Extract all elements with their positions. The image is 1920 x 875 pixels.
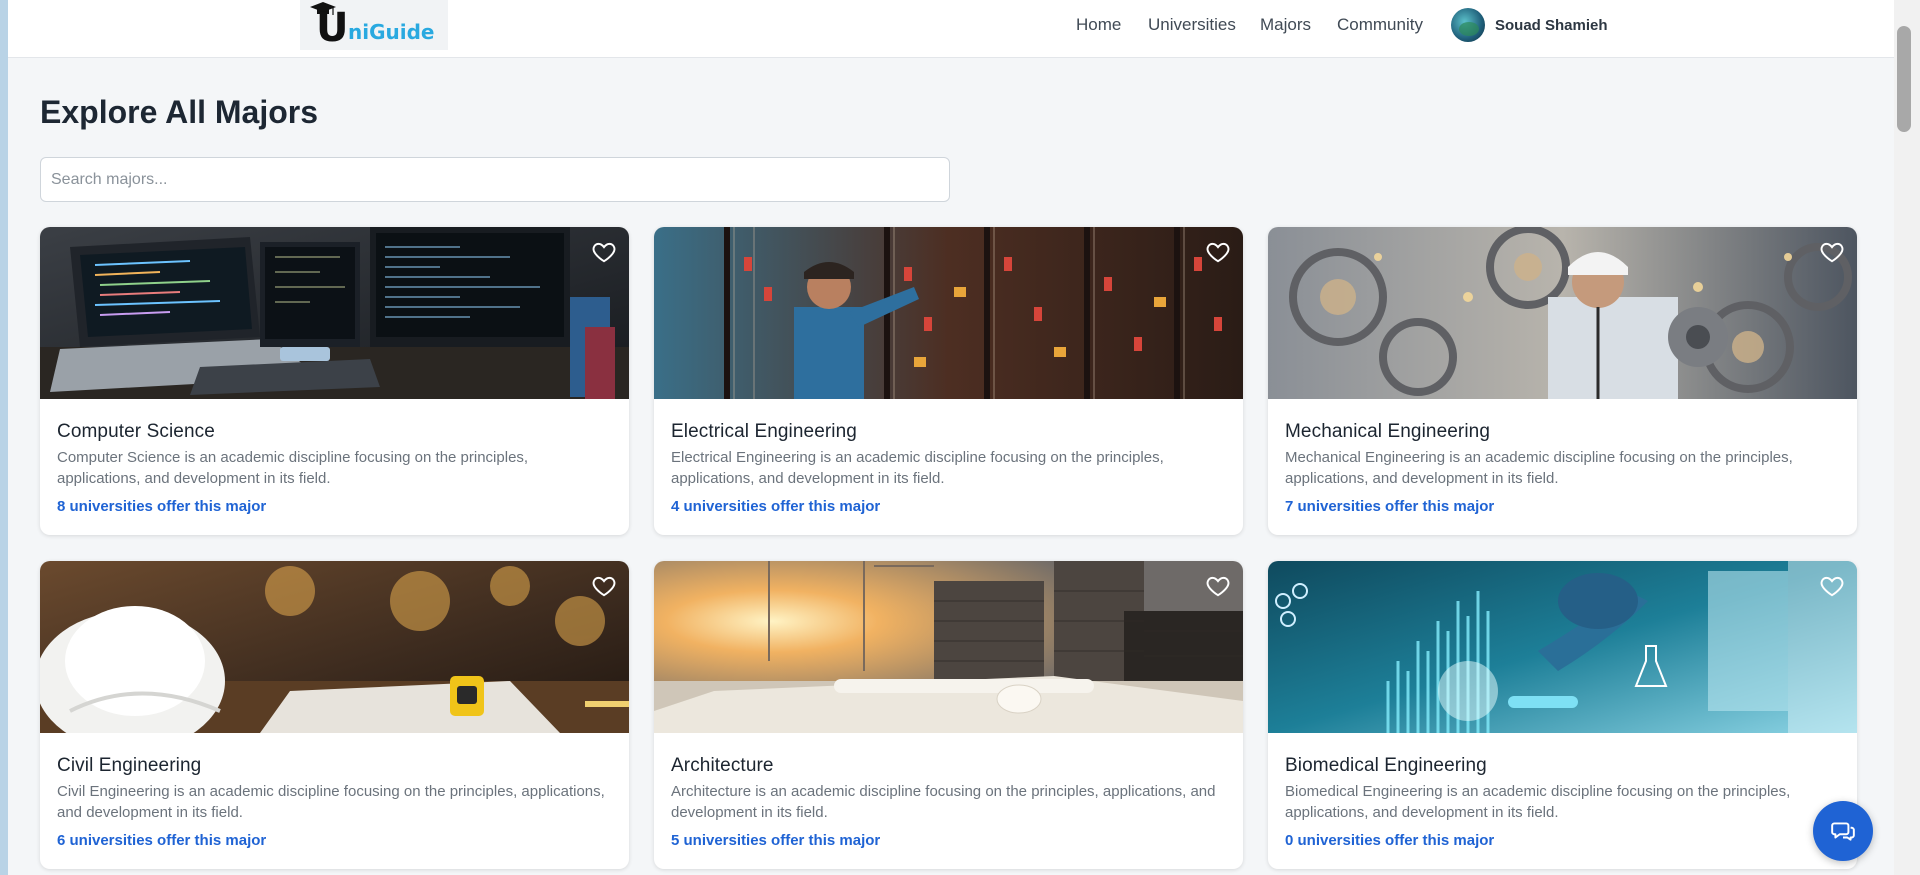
- chat-icon: [1831, 822, 1855, 841]
- major-description: Mechanical Engineering is an academic di…: [1285, 449, 1793, 487]
- universities-count-link[interactable]: 8 universities offer this major: [57, 497, 266, 517]
- heart-icon[interactable]: [591, 239, 617, 265]
- major-name: Computer Science: [57, 421, 215, 442]
- user-name: Souad Shamieh: [1495, 16, 1608, 34]
- heart-icon[interactable]: [591, 573, 617, 599]
- major-image-civil-engineering: [40, 561, 629, 733]
- search-input[interactable]: [40, 157, 950, 202]
- major-description: Computer Science is an academic discipli…: [57, 449, 529, 487]
- uniguide-logo[interactable]: U niGuide: [300, 0, 448, 50]
- major-image-biomedical-engineering: [1268, 561, 1857, 733]
- nav-home[interactable]: Home: [1076, 14, 1121, 36]
- major-description: Electrical Engineering is an academic di…: [671, 449, 1164, 487]
- window-left-edge: [0, 0, 8, 875]
- major-name: Mechanical Engineering: [1285, 421, 1490, 442]
- page-title: Explore All Majors: [40, 94, 318, 130]
- user-menu[interactable]: Souad Shamieh: [1451, 8, 1608, 42]
- nav-community[interactable]: Community: [1337, 14, 1423, 36]
- chat-button[interactable]: [1813, 801, 1873, 861]
- major-description: Architecture is an academic discipline f…: [671, 783, 1216, 821]
- major-name: Electrical Engineering: [671, 421, 857, 442]
- nav-majors[interactable]: Majors: [1260, 14, 1311, 36]
- major-image-computer-science: [40, 227, 629, 399]
- major-card-architecture[interactable]: Architecture Architecture is an academic…: [654, 561, 1243, 869]
- major-name: Civil Engineering: [57, 755, 202, 776]
- avatar: [1451, 8, 1485, 42]
- heart-icon[interactable]: [1205, 573, 1231, 599]
- major-card-electrical-engineering[interactable]: Electrical Engineering Electrical Engine…: [654, 227, 1243, 535]
- nav-universities[interactable]: Universities: [1148, 14, 1236, 36]
- major-card-civil-engineering[interactable]: Civil Engineering Civil Engineering is a…: [40, 561, 629, 869]
- major-card-mechanical-engineering[interactable]: Mechanical Engineering Mechanical Engine…: [1268, 227, 1857, 535]
- major-name: Biomedical Engineering: [1285, 755, 1487, 776]
- major-description: Civil Engineering is an academic discipl…: [57, 783, 605, 821]
- major-image-electrical-engineering: [654, 227, 1243, 399]
- heart-icon[interactable]: [1205, 239, 1231, 265]
- logo-text: niGuide: [348, 20, 435, 44]
- universities-count-link[interactable]: 4 universities offer this major: [671, 497, 880, 517]
- major-description: Biomedical Engineering is an academic di…: [1285, 783, 1791, 821]
- logo-letter: U: [316, 5, 349, 51]
- navbar: U niGuide Home Universities Majors Commu…: [8, 0, 1894, 58]
- major-card-biomedical-engineering[interactable]: Biomedical Engineering Biomedical Engine…: [1268, 561, 1857, 869]
- heart-icon[interactable]: [1819, 239, 1845, 265]
- major-card-computer-science[interactable]: Computer Science Computer Science is an …: [40, 227, 629, 535]
- page: U niGuide Home Universities Majors Commu…: [8, 0, 1894, 875]
- scrollbar-thumb[interactable]: [1897, 26, 1911, 132]
- major-image-architecture: [654, 561, 1243, 733]
- universities-count-link[interactable]: 5 universities offer this major: [671, 831, 880, 851]
- universities-count-link[interactable]: 7 universities offer this major: [1285, 497, 1494, 517]
- heart-icon[interactable]: [1819, 573, 1845, 599]
- universities-count-link[interactable]: 0 universities offer this major: [1285, 831, 1494, 851]
- major-image-mechanical-engineering: [1268, 227, 1857, 399]
- major-name: Architecture: [671, 755, 774, 776]
- universities-count-link[interactable]: 6 universities offer this major: [57, 831, 266, 851]
